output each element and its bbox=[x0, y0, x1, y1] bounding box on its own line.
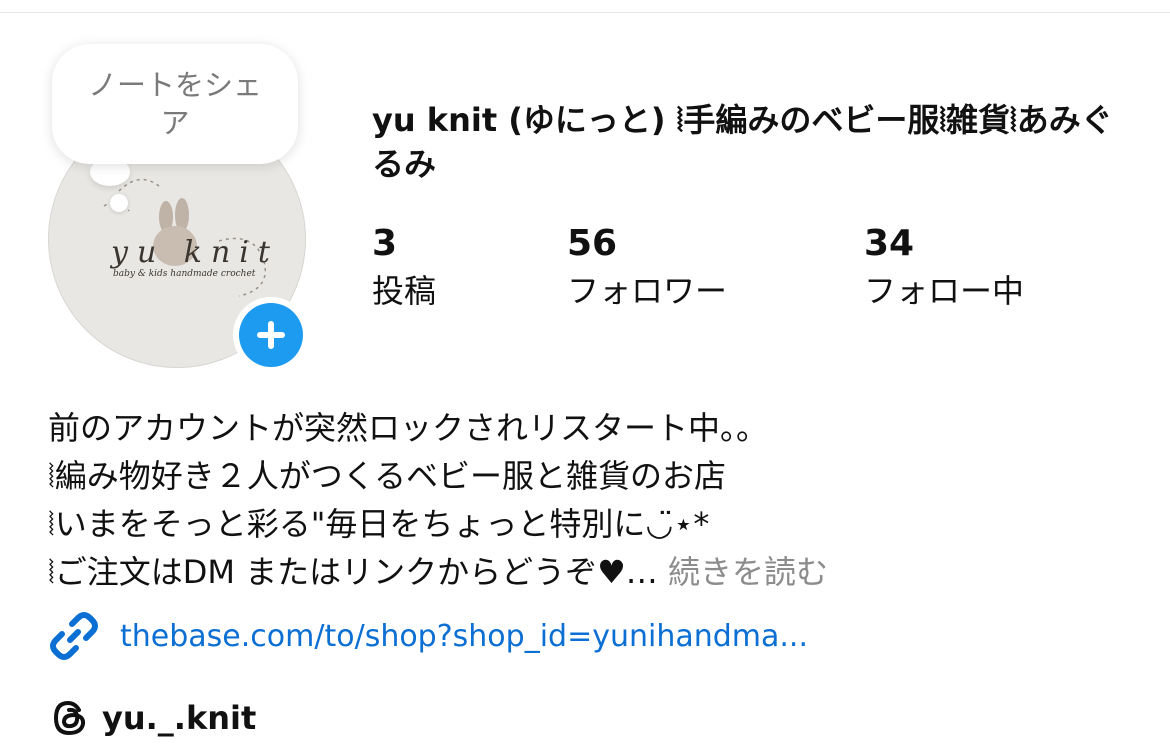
bio-line: ⦚編み物好き２人がつくるベビー服と雑貨のお店 bbox=[48, 457, 727, 495]
link-icon bbox=[50, 612, 98, 660]
logo-title: yu knit bbox=[111, 235, 279, 270]
bio-line: ⦚いまをそっと彩る"毎日をちょっと特別に◡̈⋆* bbox=[48, 505, 710, 543]
logo-subtitle: baby & kids handmade crochet bbox=[113, 269, 256, 279]
share-note-text: ノートをシェア bbox=[87, 68, 262, 140]
followers-count: 56 bbox=[567, 223, 618, 264]
link-text[interactable]: thebase.com/to/shop?shop_id=yunihandma..… bbox=[120, 619, 808, 654]
threads-handle: yu._.knit bbox=[102, 699, 257, 737]
note-bubble-dot bbox=[110, 194, 128, 212]
add-story-button[interactable] bbox=[233, 297, 309, 373]
profile-bio: 前のアカウントが突然ロックされリスタート中。。 ⦚編み物好き２人がつくるベビー服… bbox=[48, 404, 1148, 596]
bio-line: ⦚ご注文はDM またはリンクからどうぞ♥︎… bbox=[48, 553, 658, 591]
stat-posts[interactable]: 3 投稿 bbox=[372, 222, 436, 314]
profile-name: yu knit (ゆにっと) ⦚手編みのベビー服⦚雑貨⦚あみぐるみ bbox=[372, 101, 1113, 183]
following-count: 34 bbox=[864, 223, 915, 264]
top-divider bbox=[0, 12, 1170, 13]
share-note-bubble[interactable]: ノートをシェア bbox=[52, 44, 298, 164]
followers-label: フォロワー bbox=[567, 272, 728, 310]
read-more-link[interactable]: 続きを読む bbox=[668, 553, 828, 591]
posts-label: 投稿 bbox=[372, 272, 437, 310]
profile-link[interactable]: thebase.com/to/shop?shop_id=yunihandma..… bbox=[48, 610, 808, 662]
threads-badge[interactable]: yu._.knit bbox=[48, 696, 256, 740]
bio-line-last: ⦚ご注文はDM またはリンクからどうぞ♥︎… 続きを読む bbox=[48, 548, 1148, 596]
posts-count: 3 bbox=[372, 223, 398, 264]
following-label: フォロー中 bbox=[864, 272, 1025, 310]
threads-icon bbox=[53, 700, 86, 736]
stat-followers[interactable]: 56 フォロワー bbox=[567, 222, 727, 314]
plus-icon bbox=[257, 321, 285, 349]
bio-line: 前のアカウントが突然ロックされリスタート中。。 bbox=[48, 409, 769, 447]
stat-following[interactable]: 34 フォロー中 bbox=[864, 222, 1024, 314]
